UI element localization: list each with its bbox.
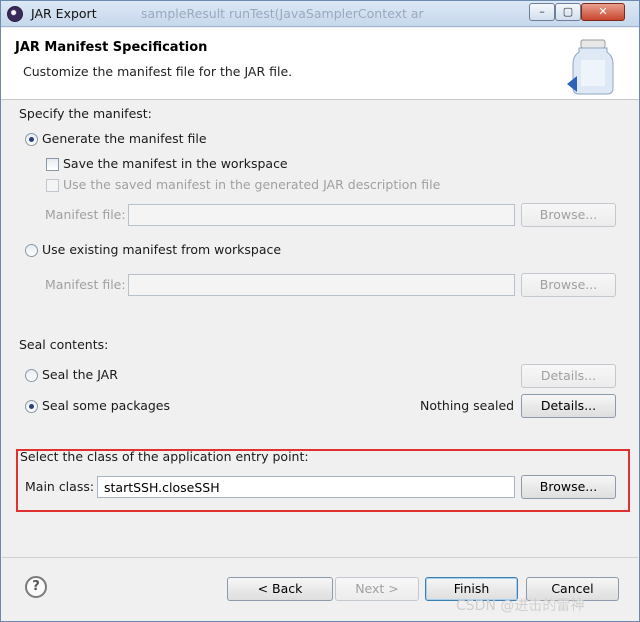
- minimize-button[interactable]: –: [529, 3, 555, 21]
- footer-separator: [2, 557, 638, 558]
- jar-export-dialog: JAR Export sampleResult runTest(JavaSamp…: [0, 0, 640, 622]
- entry-point-heading: Select the class of the application entr…: [20, 449, 309, 464]
- use-saved-manifest-checkbox[interactable]: [46, 179, 59, 192]
- seal-section-heading: Seal contents:: [19, 337, 109, 352]
- jar-icon: [567, 39, 614, 95]
- page-title: JAR Manifest Specification: [15, 40, 208, 55]
- title-bar[interactable]: JAR Export sampleResult runTest(JavaSamp…: [1, 1, 639, 27]
- back-button[interactable]: < Back: [227, 577, 333, 601]
- wizard-banner: JAR Manifest Specification Customize the…: [1, 28, 639, 100]
- manifest-section-heading: Specify the manifest:: [19, 106, 152, 121]
- page-description: Customize the manifest file for the JAR …: [23, 64, 293, 79]
- manifest-file-label: Manifest file:: [45, 207, 126, 222]
- seal-jar-label[interactable]: Seal the JAR: [42, 367, 118, 382]
- seal-jar-details-button[interactable]: Details...: [521, 364, 616, 388]
- main-class-browse-button[interactable]: Browse...: [521, 475, 616, 499]
- existing-manifest-browse-button[interactable]: Browse...: [521, 273, 616, 297]
- generate-manifest-label[interactable]: Generate the manifest file: [42, 131, 207, 146]
- save-manifest-checkbox[interactable]: [46, 158, 59, 171]
- seal-some-packages-label[interactable]: Seal some packages: [42, 398, 170, 413]
- save-manifest-label[interactable]: Save the manifest in the workspace: [63, 156, 288, 171]
- help-icon[interactable]: ?: [25, 576, 47, 598]
- generate-manifest-radio[interactable]: [25, 133, 38, 146]
- maximize-button[interactable]: ▢: [555, 3, 581, 21]
- use-existing-manifest-label[interactable]: Use existing manifest from workspace: [42, 242, 281, 257]
- eclipse-icon: [7, 6, 23, 22]
- next-button[interactable]: Next >: [335, 577, 419, 601]
- existing-manifest-file-label: Manifest file:: [45, 277, 126, 292]
- close-button[interactable]: ✕: [581, 3, 625, 21]
- existing-manifest-file-input[interactable]: [128, 274, 515, 296]
- sealed-status-text: Nothing sealed: [420, 398, 515, 413]
- main-class-label: Main class:: [25, 479, 95, 494]
- seal-jar-radio[interactable]: [25, 369, 38, 382]
- use-saved-manifest-label: Use the saved manifest in the generated …: [63, 177, 441, 192]
- use-existing-manifest-radio[interactable]: [25, 244, 38, 257]
- window-title: JAR Export: [31, 6, 97, 21]
- manifest-file-input[interactable]: [128, 204, 515, 226]
- manifest-browse-button[interactable]: Browse...: [521, 203, 616, 227]
- background-editor-text: sampleResult runTest(JavaSamplerContext …: [141, 6, 424, 21]
- watermark: CSDN @进击的雷神: [456, 598, 585, 614]
- seal-some-packages-radio[interactable]: [25, 400, 38, 413]
- seal-packages-details-button[interactable]: Details...: [521, 394, 616, 418]
- main-class-input[interactable]: startSSH.closeSSH: [97, 476, 515, 498]
